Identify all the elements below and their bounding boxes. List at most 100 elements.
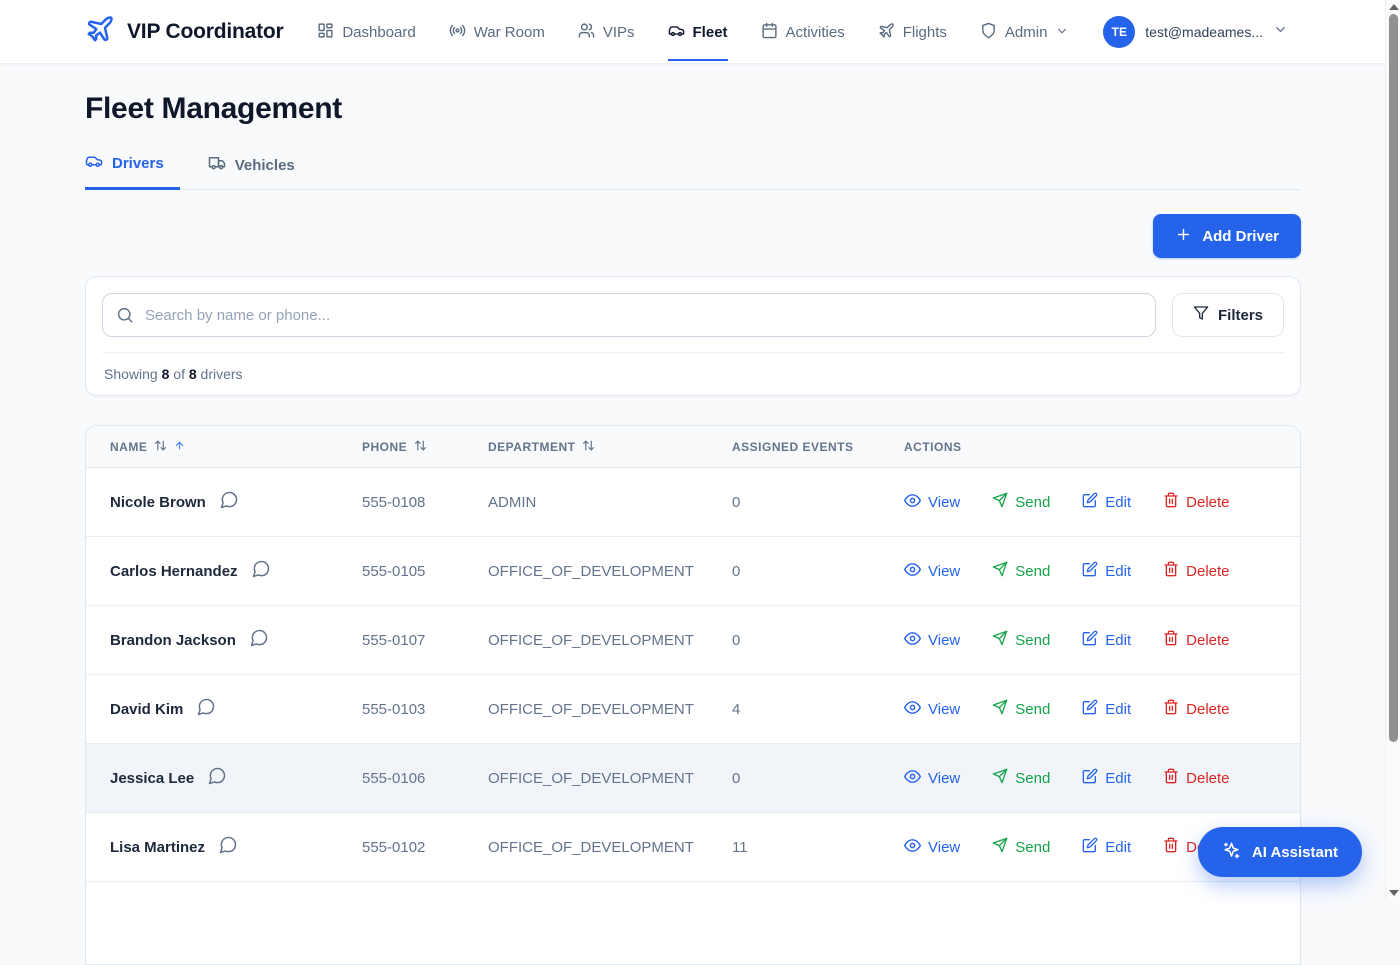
driver-phone: 555-0108	[362, 494, 488, 511]
eye-icon	[904, 492, 921, 513]
nav-item-fleet[interactable]: Fleet	[668, 2, 728, 61]
dashboard-icon	[317, 22, 334, 43]
shield-icon	[980, 22, 997, 43]
truck-icon	[208, 154, 226, 176]
edit-action[interactable]: Edit	[1082, 492, 1131, 512]
avatar: TE	[1103, 16, 1135, 48]
drivers-table: NAME PHONE DEPARTMENT ASSIGNED EVENTS AC…	[85, 425, 1301, 965]
nav-item-admin[interactable]: Admin	[980, 2, 1070, 61]
brand[interactable]: VIP Coordinator	[85, 14, 283, 49]
nav-item-dashboard[interactable]: Dashboard	[317, 2, 415, 61]
table-row[interactable]: Nicole Brown 555-0108 ADMIN 0 View Send …	[86, 468, 1300, 537]
edit-icon	[1082, 561, 1098, 581]
sort-icon	[154, 439, 167, 455]
chat-bubble-icon[interactable]	[251, 559, 271, 583]
table-row[interactable]: Carlos Hernandez 555-0105 OFFICE_OF_DEVE…	[86, 537, 1300, 606]
eye-icon	[904, 561, 921, 582]
send-action[interactable]: Send	[992, 630, 1050, 650]
table-row[interactable]: David Kim 555-0103 OFFICE_OF_DEVELOPMENT…	[86, 675, 1300, 744]
edit-action[interactable]: Edit	[1082, 630, 1131, 650]
column-header-assigned-events: ASSIGNED EVENTS	[732, 440, 904, 454]
ai-assistant-button[interactable]: AI Assistant	[1198, 827, 1362, 877]
column-header-phone[interactable]: PHONE	[362, 439, 488, 455]
send-icon	[992, 768, 1008, 788]
user-menu[interactable]: TE test@madeames...	[1103, 16, 1288, 48]
edit-action[interactable]: Edit	[1082, 837, 1131, 857]
delete-action[interactable]: Delete	[1163, 768, 1229, 788]
delete-action[interactable]: Delete	[1163, 561, 1229, 581]
toolbar: Add Driver	[85, 214, 1301, 258]
driver-name: Brandon Jackson	[110, 632, 236, 649]
nav-item-activities[interactable]: Activities	[761, 2, 845, 61]
edit-action[interactable]: Edit	[1082, 699, 1131, 719]
table-row[interactable]: Brandon Jackson 555-0107 OFFICE_OF_DEVEL…	[86, 606, 1300, 675]
chevron-down-icon	[1055, 24, 1069, 42]
send-action[interactable]: Send	[992, 699, 1050, 719]
chat-bubble-icon[interactable]	[218, 835, 238, 859]
table-row-partial[interactable]	[86, 882, 1300, 922]
driver-name: Nicole Brown	[110, 494, 206, 511]
delete-action[interactable]: Delete	[1163, 699, 1229, 719]
nav-item-vips[interactable]: VIPs	[578, 2, 635, 61]
column-header-department[interactable]: DEPARTMENT	[488, 439, 732, 455]
main-content: Fleet Management Drivers Vehicles Add Dr…	[85, 63, 1301, 965]
results-summary: Showing 8 of 8 drivers	[102, 352, 1284, 395]
table-row[interactable]: Lisa Martinez 555-0102 OFFICE_OF_DEVELOP…	[86, 813, 1300, 882]
delete-action[interactable]: Delete	[1163, 630, 1229, 650]
nav-item-flights[interactable]: Flights	[878, 2, 947, 61]
search-input[interactable]	[102, 293, 1156, 337]
brand-plane-icon	[85, 14, 115, 49]
filters-button[interactable]: Filters	[1172, 293, 1284, 337]
send-action[interactable]: Send	[992, 768, 1050, 788]
eye-icon	[904, 630, 921, 651]
scrollbar-thumb[interactable]	[1389, 14, 1398, 742]
sort-icon	[414, 439, 427, 455]
tab-drivers[interactable]: Drivers	[85, 152, 180, 190]
edit-action[interactable]: Edit	[1082, 561, 1131, 581]
send-action[interactable]: Send	[992, 561, 1050, 581]
chat-bubble-icon[interactable]	[196, 697, 216, 721]
brand-name: VIP Coordinator	[127, 20, 283, 44]
assigned-events-count: 4	[732, 701, 904, 718]
assigned-events-count: 0	[732, 770, 904, 787]
send-action[interactable]: Send	[992, 837, 1050, 857]
trash-icon	[1163, 630, 1179, 650]
total-count: 8	[189, 366, 197, 382]
scrollbar-up-arrow[interactable]	[1389, 4, 1399, 10]
nav-item-war-room[interactable]: War Room	[449, 2, 545, 61]
view-action[interactable]: View	[904, 630, 960, 651]
driver-department: OFFICE_OF_DEVELOPMENT	[488, 839, 732, 856]
delete-action[interactable]: Delete	[1163, 492, 1229, 512]
chevron-down-icon	[1273, 22, 1288, 42]
chat-bubble-icon[interactable]	[207, 766, 227, 790]
chat-bubble-icon[interactable]	[249, 628, 269, 652]
driver-department: OFFICE_OF_DEVELOPMENT	[488, 770, 732, 787]
radio-icon	[449, 22, 466, 43]
edit-action[interactable]: Edit	[1082, 768, 1131, 788]
trash-icon	[1163, 561, 1179, 581]
driver-name: Jessica Lee	[110, 770, 194, 787]
send-action[interactable]: Send	[992, 492, 1050, 512]
send-icon	[992, 561, 1008, 581]
driver-phone: 555-0107	[362, 632, 488, 649]
view-action[interactable]: View	[904, 837, 960, 858]
view-action[interactable]: View	[904, 492, 960, 513]
edit-icon	[1082, 492, 1098, 512]
plus-icon	[1175, 226, 1192, 247]
filter-icon	[1193, 305, 1209, 325]
view-action[interactable]: View	[904, 768, 960, 789]
user-email: test@madeames...	[1145, 24, 1263, 40]
column-header-actions: ACTIONS	[904, 440, 1276, 454]
add-driver-button[interactable]: Add Driver	[1153, 214, 1301, 258]
send-icon	[992, 630, 1008, 650]
view-action[interactable]: View	[904, 561, 960, 582]
column-header-name[interactable]: NAME	[110, 439, 362, 455]
tab-vehicles[interactable]: Vehicles	[208, 154, 311, 189]
edit-icon	[1082, 699, 1098, 719]
shown-count: 8	[162, 366, 170, 382]
table-header: NAME PHONE DEPARTMENT ASSIGNED EVENTS AC…	[86, 426, 1300, 468]
scrollbar-down-arrow[interactable]	[1389, 890, 1399, 896]
view-action[interactable]: View	[904, 699, 960, 720]
chat-bubble-icon[interactable]	[219, 490, 239, 514]
table-row[interactable]: Jessica Lee 555-0106 OFFICE_OF_DEVELOPME…	[86, 744, 1300, 813]
